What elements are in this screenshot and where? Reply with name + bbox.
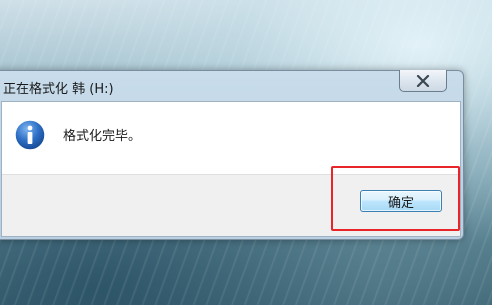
dialog-titlebar[interactable]: 正在格式化 韩 (H:) [0, 70, 463, 101]
dialog-message: 格式化完毕。 [63, 129, 142, 144]
close-button[interactable] [399, 70, 447, 92]
info-icon [14, 119, 46, 151]
highlight-box [331, 166, 460, 231]
dialog-content: 格式化完毕。 [2, 102, 460, 174]
dialog-title: 正在格式化 韩 (H:) [3, 82, 114, 97]
close-icon [416, 74, 430, 87]
